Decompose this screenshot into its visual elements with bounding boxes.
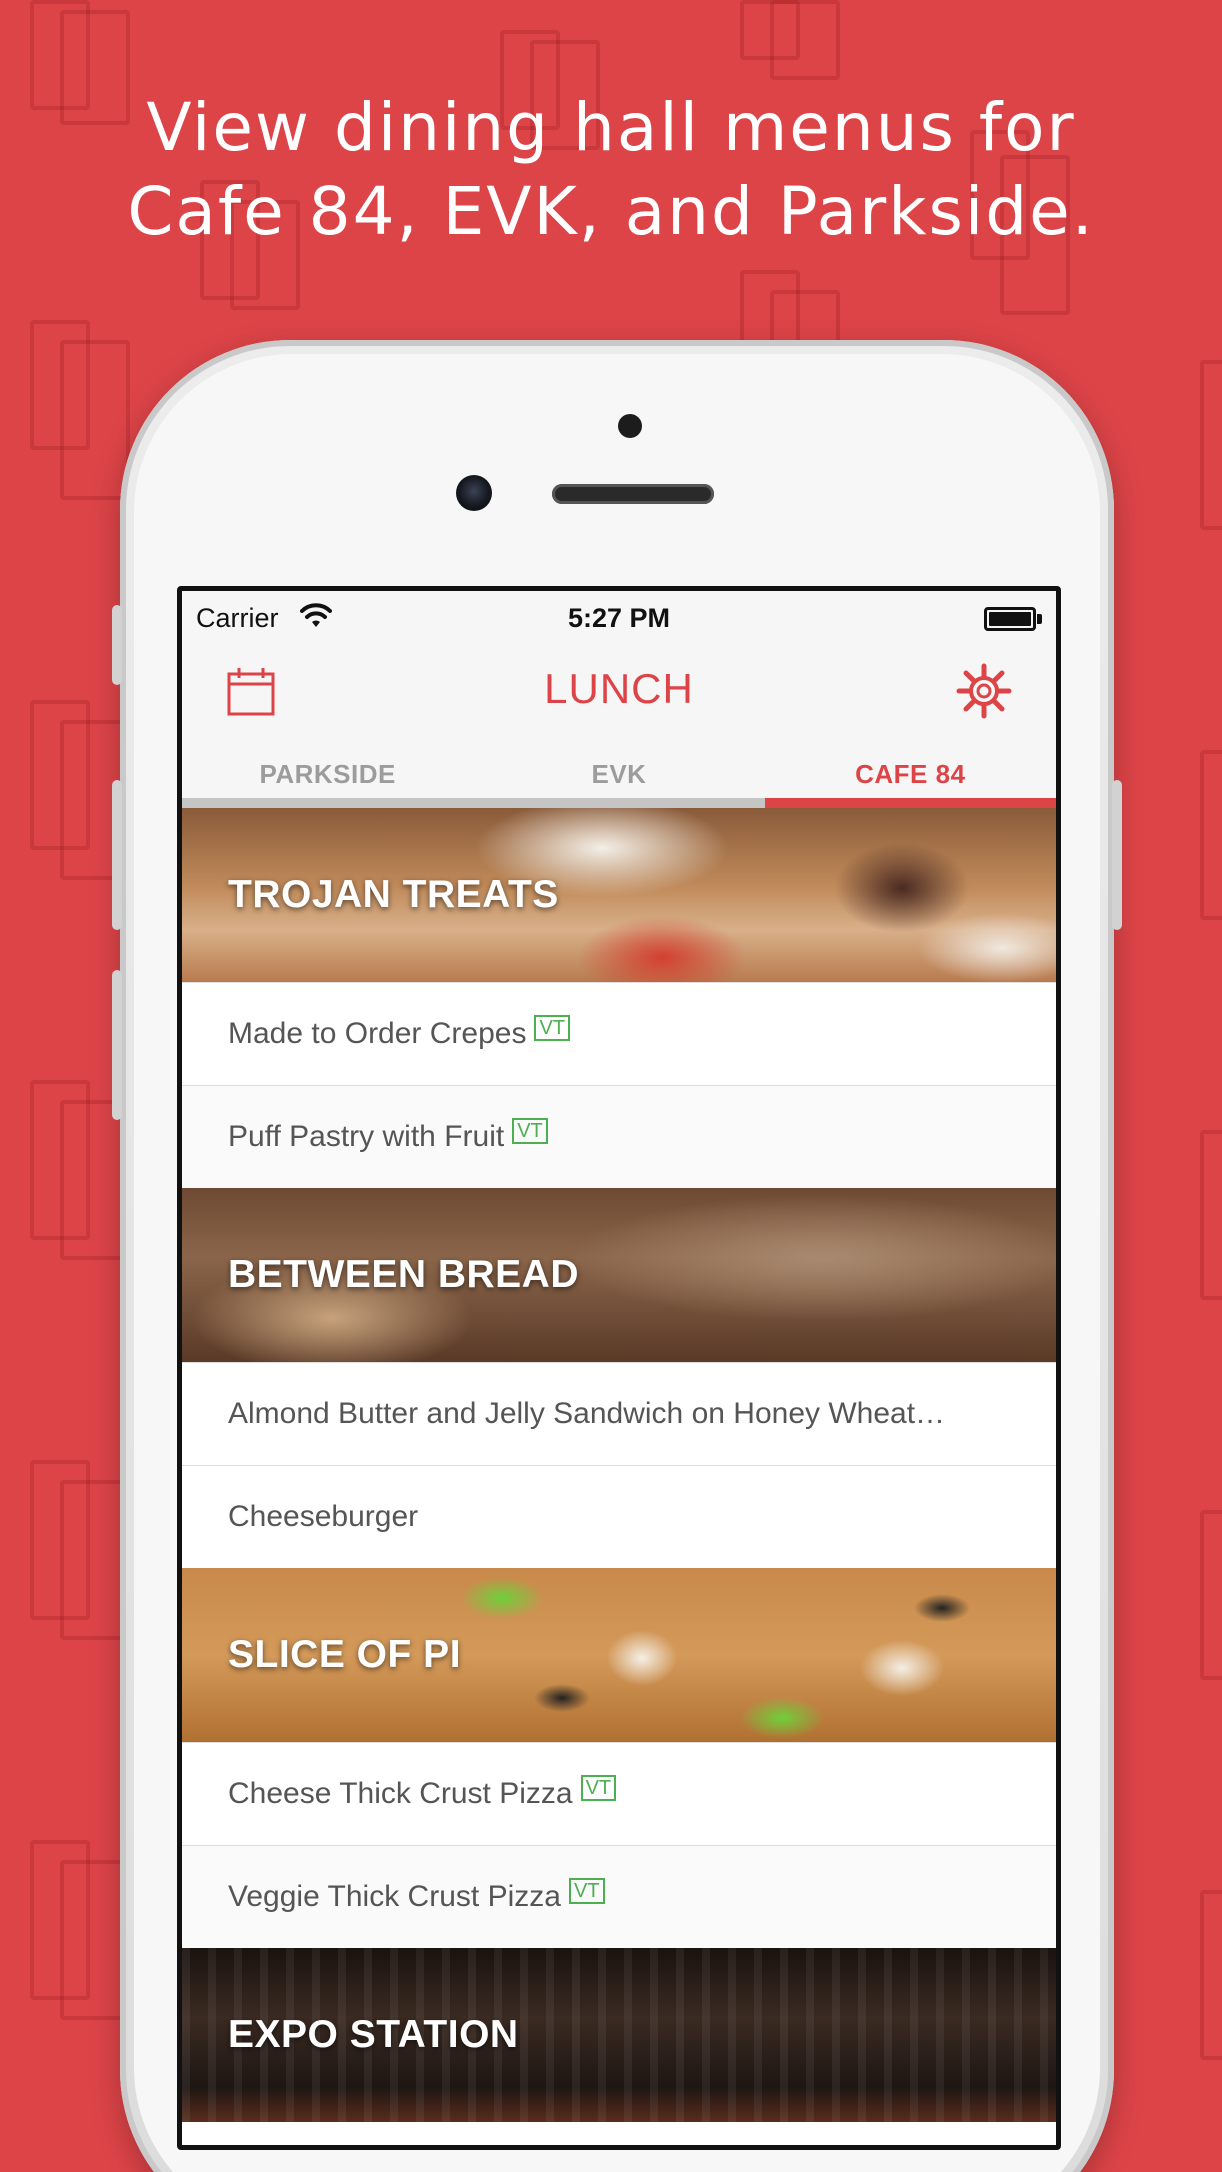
vegetarian-badge: VT (580, 1775, 617, 1801)
section-title: TROJAN TREATS (228, 873, 559, 916)
promo-headline-line2: Cafe 84, EVK, and Parkside. (127, 173, 1095, 250)
menu-item[interactable]: Cheese Thick Crust Pizza VT (182, 1742, 1056, 1845)
gear-icon[interactable] (956, 663, 1012, 719)
vegetarian-badge: VT (534, 1015, 571, 1041)
menu-item[interactable]: Veggie Thick Crust Pizza VT (182, 1845, 1056, 1948)
dining-hall-tabs: PARKSIDE EVK CAFE 84 (182, 745, 1056, 808)
tab-evk[interactable]: EVK (473, 745, 765, 808)
section-header-trojan-treats: TROJAN TREATS (182, 808, 1056, 982)
menu-list: TROJAN TREATS Made to Order Crepes VT Pu… (182, 808, 1056, 2122)
app-screen: Carrier 5:27 PM LUNCH PARKSIDE EVK CAFE … (177, 586, 1061, 2150)
vegetarian-badge: VT (512, 1118, 548, 1144)
tab-evk-label: EVK (591, 759, 647, 789)
tab-parkside[interactable]: PARKSIDE (182, 745, 474, 808)
tab-cafe-84-label: CAFE 84 (855, 759, 966, 789)
volume-up-button (112, 780, 122, 930)
menu-item-name: Veggie Thick Crust Pizza (228, 1880, 561, 1913)
meal-title: LUNCH (544, 665, 694, 712)
battery-icon (984, 607, 1042, 631)
menu-item-name: Cheese Thick Crust Pizza (228, 1777, 573, 1810)
menu-item[interactable]: Puff Pastry with Fruit VT (182, 1085, 1056, 1188)
earpiece-speaker (552, 484, 714, 504)
menu-item-name: Cheeseburger (228, 1500, 419, 1533)
vegetarian-badge: VT (568, 1878, 605, 1904)
tab-underline (182, 798, 474, 808)
menu-item[interactable]: Cheeseburger (182, 1465, 1056, 1568)
menu-item[interactable]: Made to Order Crepes VT (182, 982, 1056, 1085)
section-header-expo-station: EXPO STATION (182, 1948, 1056, 2122)
menu-item[interactable]: Almond Butter and Jelly Sandwich on Hone… (182, 1362, 1056, 1465)
menu-item-name: Almond Butter and Jelly Sandwich on Hone… (228, 1397, 946, 1430)
tab-parkside-label: PARKSIDE (259, 759, 396, 789)
front-camera-icon (456, 475, 492, 511)
proximity-sensor (618, 414, 642, 438)
tab-underline-active (764, 798, 1056, 808)
tab-cafe-84[interactable]: CAFE 84 (764, 745, 1056, 808)
tab-underline (473, 798, 765, 808)
section-header-between-bread: BETWEEN BREAD (182, 1188, 1056, 1362)
section-title: EXPO STATION (228, 2013, 519, 2056)
mute-switch (112, 605, 122, 685)
volume-down-button (112, 970, 122, 1120)
status-bar: Carrier 5:27 PM (182, 591, 1056, 645)
section-title: SLICE OF PI (228, 1633, 462, 1676)
menu-item-name: Puff Pastry with Fruit (228, 1120, 505, 1153)
promo-headline-line1: View dining hall menus for (146, 89, 1076, 166)
section-title: BETWEEN BREAD (228, 1253, 580, 1296)
nav-bar: LUNCH (182, 645, 1056, 745)
promo-headline: View dining hall menus for Cafe 84, EVK,… (0, 86, 1222, 254)
section-header-slice-of-pi: SLICE OF PI (182, 1568, 1056, 1742)
power-button (1112, 780, 1122, 930)
status-time: 5:27 PM (567, 603, 671, 633)
menu-item-name: Made to Order Crepes (228, 1017, 527, 1050)
